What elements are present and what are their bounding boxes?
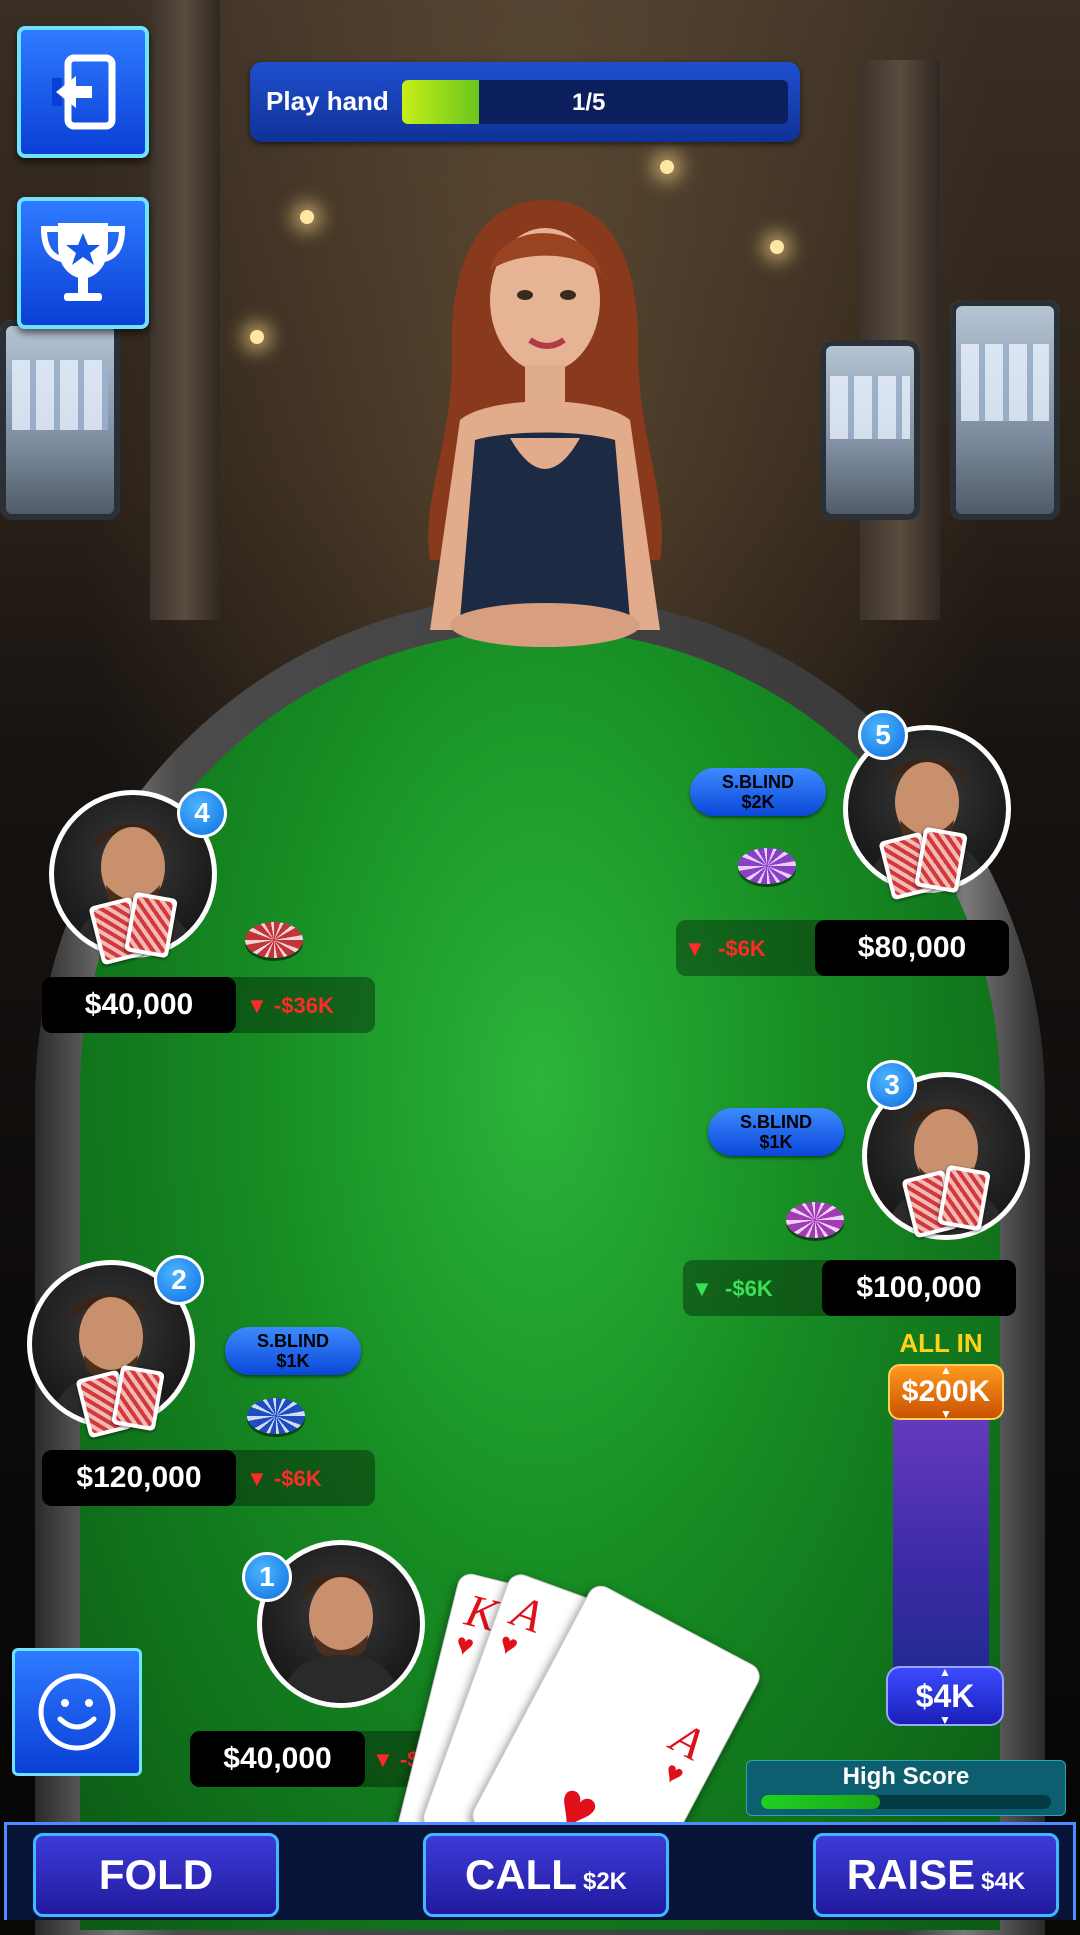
player-3-chip-count: $100,000 bbox=[822, 1260, 1016, 1316]
raise-amount: $4K bbox=[981, 1868, 1026, 1895]
player-4-chip-count: $40,000 bbox=[42, 977, 236, 1033]
ceiling-light bbox=[660, 160, 674, 174]
blind-label: S.BLIND bbox=[740, 1112, 812, 1132]
player-5-chip-box: ▼ -$6K $80,000 bbox=[676, 920, 1009, 976]
down-arrow-icon: ▼ bbox=[246, 993, 268, 1018]
raise-slider-track[interactable] bbox=[893, 1400, 989, 1690]
player-5-chip-count: $80,000 bbox=[815, 920, 1009, 976]
bet-chip bbox=[245, 922, 303, 958]
slot-machine bbox=[0, 320, 120, 520]
ceiling-light bbox=[770, 240, 784, 254]
small-blind-tag: S.BLIND $1K bbox=[225, 1327, 361, 1375]
action-bar: FOLD CALL $2K RAISE $4K bbox=[4, 1822, 1076, 1920]
raise-slider-knob[interactable]: ▲ $4K ▼ bbox=[886, 1666, 1004, 1726]
dealer-character bbox=[428, 200, 662, 647]
player-1-chip-count: $40,000 bbox=[190, 1731, 365, 1787]
hand-progress-panel: Play hand 1/5 bbox=[250, 62, 800, 142]
seat-number-badge: 3 bbox=[867, 1060, 917, 1110]
seat-number-badge: 1 bbox=[242, 1552, 292, 1602]
ceiling-light bbox=[250, 330, 264, 344]
call-button[interactable]: CALL $2K bbox=[423, 1833, 669, 1917]
trophy-button[interactable] bbox=[17, 197, 149, 329]
player-1-chip-box: $40,000 ▼ -$ bbox=[190, 1731, 430, 1787]
up-arrow-icon: ▲ bbox=[940, 1363, 952, 1377]
high-score-fill bbox=[761, 1795, 880, 1809]
high-score-panel: High Score bbox=[746, 1760, 1066, 1816]
seat-number-badge: 5 bbox=[858, 710, 908, 760]
high-score-bar bbox=[761, 1795, 1051, 1809]
raise-label: RAISE bbox=[846, 1851, 976, 1898]
max-value: $200K bbox=[901, 1375, 991, 1408]
ceiling-light bbox=[300, 210, 314, 224]
down-arrow-icon: ▼ bbox=[939, 1713, 951, 1727]
blind-amount: $1K bbox=[759, 1132, 793, 1152]
progress-label: Play hand bbox=[266, 86, 389, 116]
call-label: CALL bbox=[464, 1851, 577, 1898]
small-blind-tag: S.BLIND $1K bbox=[708, 1108, 844, 1156]
background-pillar bbox=[150, 0, 220, 620]
exit-button[interactable] bbox=[17, 26, 149, 158]
player-3-chip-box: ▼ -$6K $100,000 bbox=[683, 1260, 1016, 1316]
bet-chip bbox=[247, 1398, 305, 1434]
progress-count: 1/5 bbox=[572, 89, 606, 116]
current-raise-value: $4K bbox=[915, 1678, 975, 1714]
trophy-star-icon bbox=[40, 223, 126, 301]
delta-value: -$6K bbox=[273, 1466, 322, 1491]
seat-number-badge: 2 bbox=[154, 1255, 204, 1305]
down-arrow-icon: ▼ bbox=[684, 936, 706, 961]
high-score-label: High Score bbox=[842, 1763, 970, 1790]
progress-fill bbox=[402, 80, 480, 124]
slot-machine bbox=[820, 340, 920, 520]
delta-value: -$6K bbox=[725, 1276, 773, 1301]
blind-label: S.BLIND bbox=[722, 772, 794, 792]
up-arrow-icon: ▼ bbox=[691, 1276, 713, 1301]
fold-label: FOLD bbox=[98, 1851, 214, 1898]
blind-label: S.BLIND bbox=[257, 1331, 329, 1351]
smiley-icon bbox=[38, 1673, 116, 1751]
blind-amount: $1K bbox=[276, 1351, 310, 1371]
down-arrow-icon: ▼ bbox=[940, 1407, 952, 1421]
seat-number-badge: 4 bbox=[177, 788, 227, 838]
down-arrow-icon: ▼ bbox=[246, 1466, 268, 1491]
heart-suit-icon: ♥ bbox=[494, 1626, 523, 1664]
delta-value: -$36K bbox=[273, 993, 334, 1018]
player-2-chip-delta: ▼ -$6K bbox=[246, 1450, 322, 1506]
raise-slider-max[interactable]: ▲ $200K ▼ bbox=[888, 1364, 1004, 1420]
raise-button[interactable]: RAISE $4K bbox=[813, 1833, 1059, 1917]
slot-machine bbox=[950, 300, 1060, 520]
player-3-chip-delta: ▼ -$6K bbox=[691, 1260, 773, 1316]
heart-suit-icon: ♥ bbox=[452, 1627, 478, 1664]
fold-button[interactable]: FOLD bbox=[33, 1833, 279, 1917]
bet-chip bbox=[786, 1202, 844, 1238]
player-4-chip-box: $40,000 ▼ -$36K bbox=[42, 977, 375, 1033]
exit-door-icon bbox=[52, 54, 116, 130]
call-amount: $2K bbox=[582, 1868, 627, 1895]
player-2-chip-count: $120,000 bbox=[42, 1450, 236, 1506]
up-arrow-icon: ▲ bbox=[939, 1665, 951, 1679]
progress-bar: 1/5 bbox=[402, 80, 788, 124]
small-blind-tag: S.BLIND $2K bbox=[690, 768, 826, 816]
player-5-chip-delta: ▼ -$6K bbox=[684, 920, 766, 976]
player-4-chip-delta: ▼ -$36K bbox=[246, 977, 334, 1033]
bet-chip bbox=[738, 848, 796, 884]
all-in-label: ALL IN bbox=[899, 1328, 983, 1358]
emoji-button[interactable] bbox=[12, 1648, 142, 1776]
blind-amount: $2K bbox=[741, 792, 775, 812]
down-arrow-icon: ▼ bbox=[372, 1747, 394, 1772]
heart-suit-icon: ♥ bbox=[658, 1755, 690, 1793]
player-2-chip-box: $120,000 ▼ -$6K bbox=[42, 1450, 375, 1506]
delta-value: -$6K bbox=[718, 936, 766, 961]
